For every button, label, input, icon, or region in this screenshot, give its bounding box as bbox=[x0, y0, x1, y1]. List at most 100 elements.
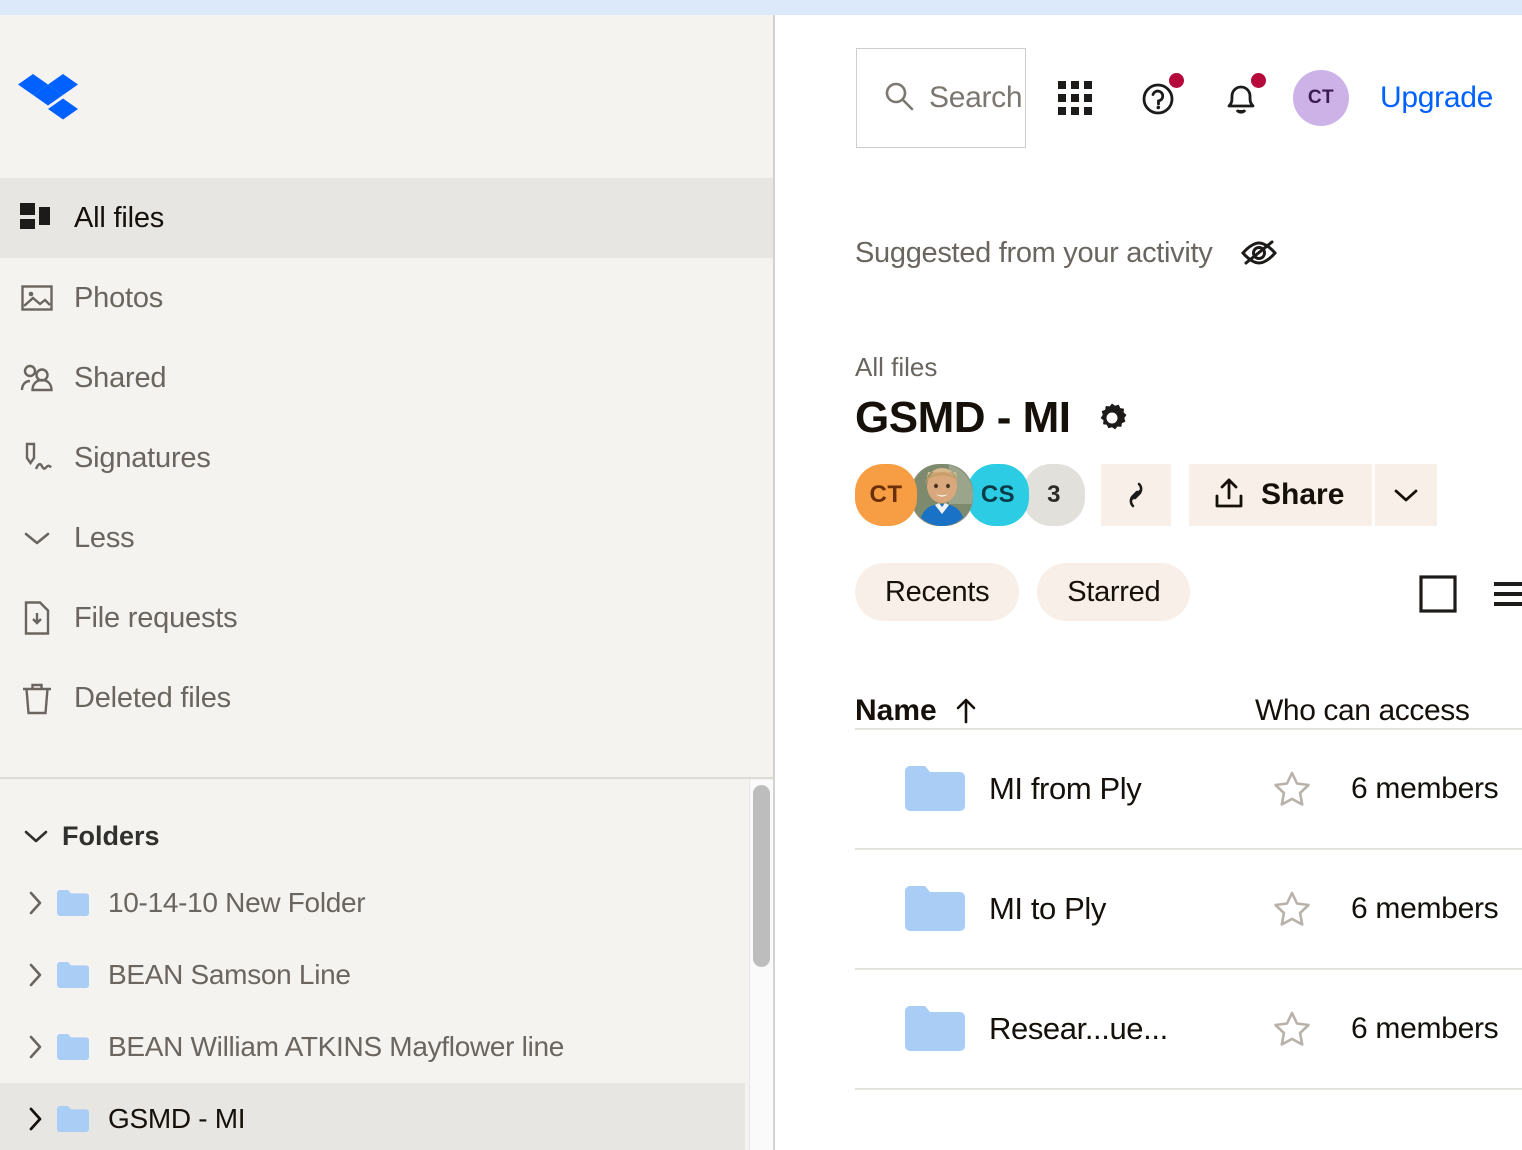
sidebar-item-label: All files bbox=[74, 201, 165, 234]
chevron-right-icon[interactable] bbox=[16, 1106, 56, 1132]
help-badge-dot bbox=[1169, 73, 1184, 88]
help-circle-icon[interactable] bbox=[1130, 69, 1188, 127]
search-placeholder: Search bbox=[929, 81, 1023, 114]
gear-icon[interactable] bbox=[1094, 400, 1130, 436]
member-avatar[interactable]: CT bbox=[855, 464, 917, 526]
sidebar-item-file-requests[interactable]: File requests bbox=[0, 578, 773, 658]
share-upload-icon bbox=[1213, 476, 1245, 515]
sidebar-item-photos[interactable]: Photos bbox=[0, 258, 773, 338]
chevron-down-icon bbox=[16, 828, 56, 844]
dropbox-logo[interactable] bbox=[18, 72, 78, 128]
folder-icon bbox=[903, 883, 967, 935]
member-avatar-photo[interactable] bbox=[911, 464, 973, 526]
star-outline-icon[interactable] bbox=[1269, 890, 1315, 928]
file-request-icon bbox=[14, 595, 60, 641]
column-header-who-can-access[interactable]: Who can access bbox=[1255, 694, 1470, 728]
sidebar-item-less[interactable]: Less bbox=[0, 498, 773, 578]
filter-chips: Recents Starred bbox=[855, 563, 1208, 621]
sidebar-item-label: Photos bbox=[74, 281, 164, 314]
page-title-row: GSMD - MI bbox=[855, 393, 1130, 443]
column-name-label: Name bbox=[855, 694, 937, 727]
folder-tree-label: GSMD - MI bbox=[108, 1103, 246, 1134]
folder-icon bbox=[903, 1003, 967, 1055]
table-row[interactable]: MI from Ply 6 members bbox=[855, 730, 1522, 848]
chevron-right-icon[interactable] bbox=[16, 890, 56, 916]
who-can-access-value: 6 members bbox=[1351, 772, 1499, 805]
sidebar-item-all-files[interactable]: All files bbox=[0, 178, 773, 258]
apps-grid-icon[interactable] bbox=[1046, 69, 1104, 127]
suggested-from-activity: Suggested from your activity bbox=[855, 236, 1279, 270]
member-avatar[interactable]: CS bbox=[967, 464, 1029, 526]
sidebar-scrollbar-thumb[interactable] bbox=[753, 785, 770, 967]
search-input[interactable]: Search bbox=[856, 48, 1026, 148]
sort-ascending-arrow-icon bbox=[955, 697, 977, 725]
facepile-and-share: CT CS 3 Share bbox=[855, 464, 1438, 526]
table-header-row: Name Who can access bbox=[855, 670, 1522, 728]
eye-slash-icon[interactable] bbox=[1239, 236, 1279, 270]
grid-view-icon[interactable] bbox=[1415, 571, 1461, 617]
sidebar-folders-section: Folders 10-14-10 New Folder BEAN Samson … bbox=[0, 805, 745, 1150]
avatar-initials: CT bbox=[1293, 70, 1349, 126]
folder-icon bbox=[56, 1105, 98, 1133]
signature-icon bbox=[14, 435, 60, 481]
chevron-right-icon[interactable] bbox=[16, 1034, 56, 1060]
notifications-badge-dot bbox=[1251, 73, 1266, 88]
top-bar: Search CT Upgrade bbox=[856, 48, 1493, 148]
sidebar-item-shared[interactable]: Shared bbox=[0, 338, 773, 418]
list-view-icon[interactable] bbox=[1487, 571, 1522, 617]
folders-section-header[interactable]: Folders bbox=[0, 805, 745, 867]
photos-icon bbox=[14, 275, 60, 321]
breadcrumb[interactable]: All files bbox=[855, 352, 937, 383]
file-table: Name Who can access MI from Ply 6 member… bbox=[855, 670, 1522, 1090]
star-outline-icon[interactable] bbox=[1269, 770, 1315, 808]
column-header-name[interactable]: Name bbox=[855, 694, 1255, 728]
trash-icon bbox=[14, 675, 60, 721]
all-files-icon bbox=[14, 195, 60, 241]
folder-tree-item[interactable]: BEAN William ATKINS Mayflower line bbox=[0, 1011, 745, 1083]
folder-tree-label: BEAN Samson Line bbox=[108, 959, 351, 990]
folder-tree-item[interactable]: 10-14-10 New Folder bbox=[0, 867, 745, 939]
share-dropdown-caret[interactable] bbox=[1375, 464, 1438, 526]
folder-tree-item[interactable]: BEAN Samson Line bbox=[0, 939, 745, 1011]
sidebar-nav: All files Photos Shared Signatures Less … bbox=[0, 178, 773, 738]
chevron-down-icon bbox=[14, 515, 60, 561]
file-name: MI to Ply bbox=[989, 891, 1106, 926]
sidebar-item-label: Deleted files bbox=[74, 681, 231, 714]
upgrade-link[interactable]: Upgrade bbox=[1380, 81, 1493, 115]
sidebar-item-label: Less bbox=[74, 521, 135, 554]
folder-icon bbox=[56, 889, 98, 917]
sidebar-divider bbox=[0, 777, 773, 779]
table-row[interactable]: MI to Ply 6 members bbox=[855, 850, 1522, 968]
folder-tree-item-selected[interactable]: GSMD - MI bbox=[0, 1083, 745, 1150]
sidebar-item-deleted-files[interactable]: Deleted files bbox=[0, 658, 773, 738]
share-button[interactable]: Share bbox=[1189, 464, 1373, 526]
table-row[interactable]: Resear...ue... 6 members bbox=[855, 970, 1522, 1088]
browser-top-strip bbox=[0, 0, 1522, 15]
chevron-right-icon[interactable] bbox=[16, 962, 56, 988]
folder-tree-label: 10-14-10 New Folder bbox=[108, 887, 366, 918]
folders-section-title: Folders bbox=[62, 820, 160, 851]
filter-chip-starred[interactable]: Starred bbox=[1037, 563, 1191, 621]
bell-icon[interactable] bbox=[1212, 69, 1270, 127]
star-outline-icon[interactable] bbox=[1269, 1010, 1315, 1048]
folder-tree-label: BEAN William ATKINS Mayflower line bbox=[108, 1031, 565, 1062]
folder-icon bbox=[903, 763, 967, 815]
sidebar-item-signatures[interactable]: Signatures bbox=[0, 418, 773, 498]
file-name: MI from Ply bbox=[989, 771, 1142, 806]
view-toggle-group bbox=[1415, 571, 1522, 617]
main-content: Search CT Upgrade Suggested from your ac… bbox=[777, 15, 1522, 1150]
search-icon bbox=[883, 80, 915, 117]
who-can-access-value: 6 members bbox=[1351, 1012, 1499, 1045]
file-name: Resear...ue... bbox=[989, 1011, 1168, 1046]
avatar[interactable]: CT bbox=[1292, 69, 1350, 127]
folder-icon bbox=[56, 1033, 98, 1061]
who-can-access-value: 6 members bbox=[1351, 892, 1499, 925]
suggested-label: Suggested from your activity bbox=[855, 236, 1213, 269]
member-overflow-count[interactable]: 3 bbox=[1023, 464, 1085, 526]
filter-chip-recents[interactable]: Recents bbox=[855, 563, 1020, 621]
sidebar: All files Photos Shared Signatures Less … bbox=[0, 15, 775, 1150]
share-button-label: Share bbox=[1261, 478, 1345, 511]
shared-icon bbox=[14, 355, 60, 401]
copy-link-button[interactable] bbox=[1101, 464, 1171, 526]
row-divider bbox=[855, 1088, 1522, 1090]
